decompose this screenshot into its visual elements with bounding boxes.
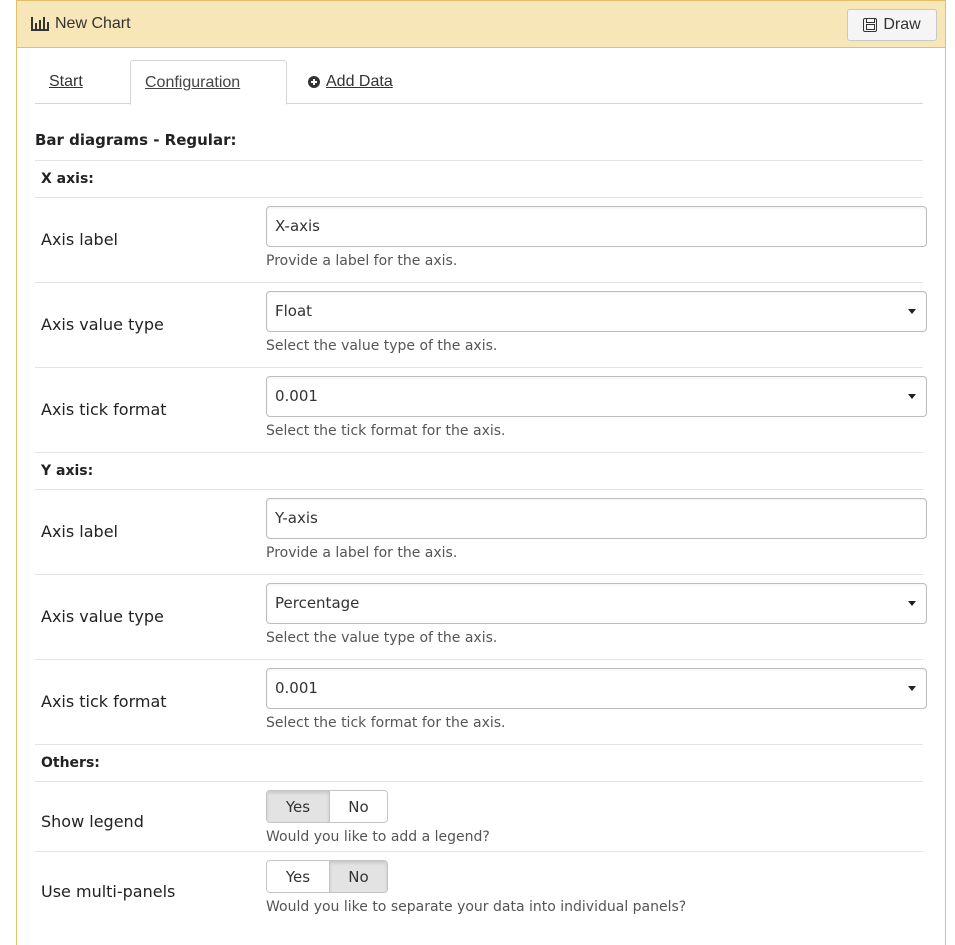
multi-panels-label: Use multi-panels bbox=[41, 882, 176, 901]
x-axis-tick-help: Select the tick format for the axis. bbox=[266, 423, 506, 439]
show-legend-row: Show legend Yes No Would you like to add… bbox=[35, 781, 923, 851]
x-axis-type-value: Float bbox=[275, 302, 313, 320]
bar-chart-icon bbox=[31, 17, 49, 31]
tab-configuration[interactable]: Configuration bbox=[130, 60, 287, 105]
show-legend-label: Show legend bbox=[41, 812, 144, 831]
save-icon bbox=[863, 18, 878, 32]
y-axis-type-label: Axis value type bbox=[41, 607, 164, 626]
x-axis-type-select[interactable]: Float bbox=[266, 291, 927, 332]
others-heading: Others: bbox=[35, 744, 923, 781]
x-axis-label-value: X-axis bbox=[275, 217, 320, 235]
show-legend-help: Would you like to add a legend? bbox=[266, 829, 490, 845]
x-axis-type-row: Axis value type Float Select the value t… bbox=[35, 282, 927, 367]
form-title: Bar diagrams - Regular: bbox=[35, 131, 237, 149]
x-axis-label-row: Axis label X-axis Provide a label for th… bbox=[35, 197, 927, 282]
caret-down-icon bbox=[908, 394, 916, 399]
x-axis-type-label: Axis value type bbox=[41, 315, 164, 334]
y-axis-label-help: Provide a label for the axis. bbox=[266, 545, 458, 561]
y-axis-label-value: Y-axis bbox=[275, 509, 318, 527]
y-axis-type-help: Select the value type of the axis. bbox=[266, 630, 498, 646]
plus-circle-icon bbox=[308, 76, 320, 88]
multi-panels-row: Use multi-panels Yes No Would you like t… bbox=[35, 851, 923, 921]
y-axis-tick-help: Select the tick format for the axis. bbox=[266, 715, 506, 731]
y-axis-label-label: Axis label bbox=[41, 522, 118, 541]
show-legend-no-button[interactable]: No bbox=[329, 791, 387, 822]
draw-button-label: Draw bbox=[883, 16, 921, 33]
x-axis-type-help: Select the value type of the axis. bbox=[266, 338, 498, 354]
tab-add-data[interactable]: Add Data bbox=[294, 60, 434, 104]
multi-panels-help: Would you like to separate your data int… bbox=[266, 899, 687, 915]
y-axis-tick-label: Axis tick format bbox=[41, 692, 167, 711]
x-axis-label-label: Axis label bbox=[41, 230, 118, 249]
x-axis-label-input[interactable]: X-axis bbox=[266, 206, 927, 247]
caret-down-icon bbox=[908, 309, 916, 314]
tab-add-data-label: Add Data bbox=[326, 73, 393, 90]
y-axis-tick-value: 0.001 bbox=[275, 679, 318, 697]
tab-bar: Start Configuration Add Data bbox=[35, 60, 923, 105]
multi-panels-yes-button[interactable]: Yes bbox=[267, 861, 329, 892]
tab-configuration-label: Configuration bbox=[145, 73, 241, 91]
y-axis-type-value: Percentage bbox=[275, 594, 360, 612]
caret-down-icon bbox=[908, 601, 916, 606]
show-legend-toggle: Yes No bbox=[266, 790, 388, 823]
x-axis-tick-value: 0.001 bbox=[275, 387, 318, 405]
configuration-form: Bar diagrams - Regular: X axis: Axis lab… bbox=[35, 120, 927, 921]
tab-start[interactable]: Start bbox=[35, 60, 115, 104]
x-axis-tick-select[interactable]: 0.001 bbox=[266, 376, 927, 417]
x-axis-heading: X axis: bbox=[35, 160, 923, 197]
y-axis-tick-select[interactable]: 0.001 bbox=[266, 668, 927, 709]
new-chart-panel: New Chart Draw Start Configuration Add D… bbox=[16, 0, 946, 945]
y-axis-label-input[interactable]: Y-axis bbox=[266, 498, 927, 539]
y-axis-type-select[interactable]: Percentage bbox=[266, 583, 927, 624]
panel-header: New Chart Draw bbox=[17, 0, 945, 48]
x-axis-tick-row: Axis tick format 0.001 Select the tick f… bbox=[35, 367, 927, 452]
x-axis-tick-label: Axis tick format bbox=[41, 400, 167, 419]
y-axis-tick-row: Axis tick format 0.001 Select the tick f… bbox=[35, 659, 927, 744]
y-axis-type-row: Axis value type Percentage Select the va… bbox=[35, 574, 927, 659]
x-axis-label-help: Provide a label for the axis. bbox=[266, 253, 458, 269]
multi-panels-toggle: Yes No bbox=[266, 860, 388, 893]
show-legend-yes-button[interactable]: Yes bbox=[267, 791, 329, 822]
caret-down-icon bbox=[908, 686, 916, 691]
tab-start-label: Start bbox=[49, 73, 83, 90]
multi-panels-no-button[interactable]: No bbox=[329, 861, 387, 892]
panel-title: New Chart bbox=[55, 15, 131, 32]
draw-button[interactable]: Draw bbox=[847, 9, 937, 41]
y-axis-heading: Y axis: bbox=[35, 452, 923, 489]
y-axis-label-row: Axis label Y-axis Provide a label for th… bbox=[35, 489, 927, 574]
